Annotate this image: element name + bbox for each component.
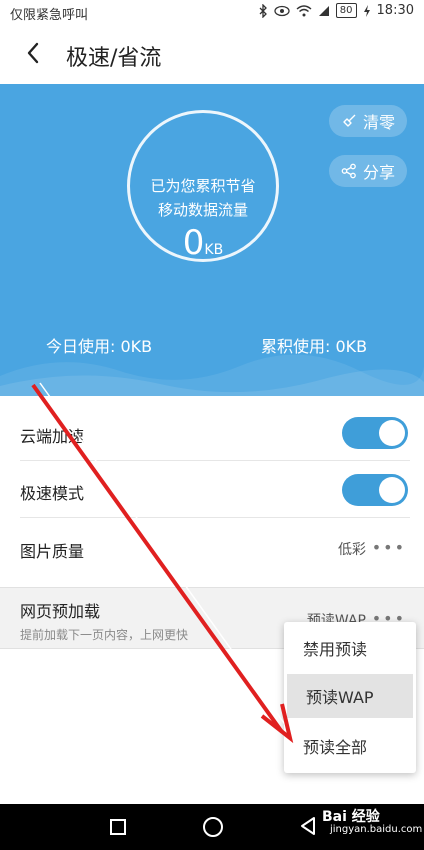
menu-item-preload-all[interactable]: 预读全部: [284, 724, 416, 768]
watermark-logo: Bai 经验: [322, 809, 380, 825]
signal-icon: [318, 5, 329, 16]
savings-caption-line2: 移动数据流量: [157, 201, 248, 219]
menu-item-disable-preload[interactable]: 禁用预读: [284, 626, 416, 670]
saved-amount: 0KB: [130, 223, 276, 263]
speed-mode-row: 极速模式: [0, 462, 424, 518]
page-preload-label: 网页预加载: [20, 602, 101, 621]
clock: 18:30: [376, 3, 414, 18]
preload-options-menu: 禁用预读 预读WAP 预读全部: [284, 622, 416, 773]
broom-icon: [343, 114, 356, 127]
data-saving-summary: 已为您累积节省 移动数据流量 0KB 清零 分享 今日使用: 0KB 累积使用:…: [0, 84, 424, 396]
saved-unit: KB: [204, 242, 224, 258]
cloud-accel-toggle[interactable]: [342, 417, 408, 449]
image-quality-row[interactable]: 图片质量 低彩 •••: [0, 520, 424, 576]
savings-circle: 已为您累积节省 移动数据流量 0KB: [127, 110, 279, 263]
back-button[interactable]: [18, 38, 48, 68]
share-icon: [341, 163, 356, 179]
menu-item-preload-wap[interactable]: 预读WAP: [287, 674, 413, 718]
page-preload-description: 提前加载下一页内容，上网更快: [20, 628, 189, 642]
cloud-accel-row: 云端加速: [0, 405, 424, 461]
cloud-accel-label: 云端加速: [20, 427, 85, 446]
battery-indicator: 80: [335, 3, 357, 18]
speed-mode-label: 极速模式: [20, 484, 85, 503]
page-title: 极速/省流: [66, 46, 162, 71]
image-quality-value: 低彩: [338, 542, 366, 558]
eye-icon: [274, 5, 290, 16]
carrier-text: 仅限紧急呼叫: [10, 8, 89, 23]
chevron-left-icon: [27, 42, 39, 64]
divider: [20, 460, 410, 461]
share-button[interactable]: 分享: [329, 155, 408, 187]
image-quality-more-button[interactable]: •••: [372, 538, 406, 557]
watermark-url: jingyan.baidu.com: [330, 824, 423, 835]
clear-button[interactable]: 清零: [329, 105, 408, 137]
savings-caption-line1: 已为您累积节省: [150, 177, 256, 195]
charging-icon: [363, 4, 370, 17]
toggle-knob: [379, 420, 405, 446]
share-label: 分享: [363, 163, 396, 182]
clear-label: 清零: [363, 113, 396, 132]
app-header: 极速/省流: [0, 24, 424, 84]
wave-decoration: [0, 354, 424, 396]
image-quality-label: 图片质量: [20, 542, 85, 561]
status-bar: 仅限紧急呼叫 80 18:30: [0, 0, 424, 24]
back-triangle-icon[interactable]: [300, 816, 316, 836]
status-icons: 80 18:30: [258, 3, 414, 18]
home-button[interactable]: [203, 817, 223, 837]
wifi-icon: [296, 4, 312, 16]
bluetooth-icon: [259, 3, 267, 18]
recents-button[interactable]: [110, 819, 126, 835]
divider: [20, 517, 410, 518]
toggle-knob: [379, 477, 405, 503]
speed-mode-toggle[interactable]: [342, 474, 408, 506]
saved-value: 0: [182, 223, 205, 263]
